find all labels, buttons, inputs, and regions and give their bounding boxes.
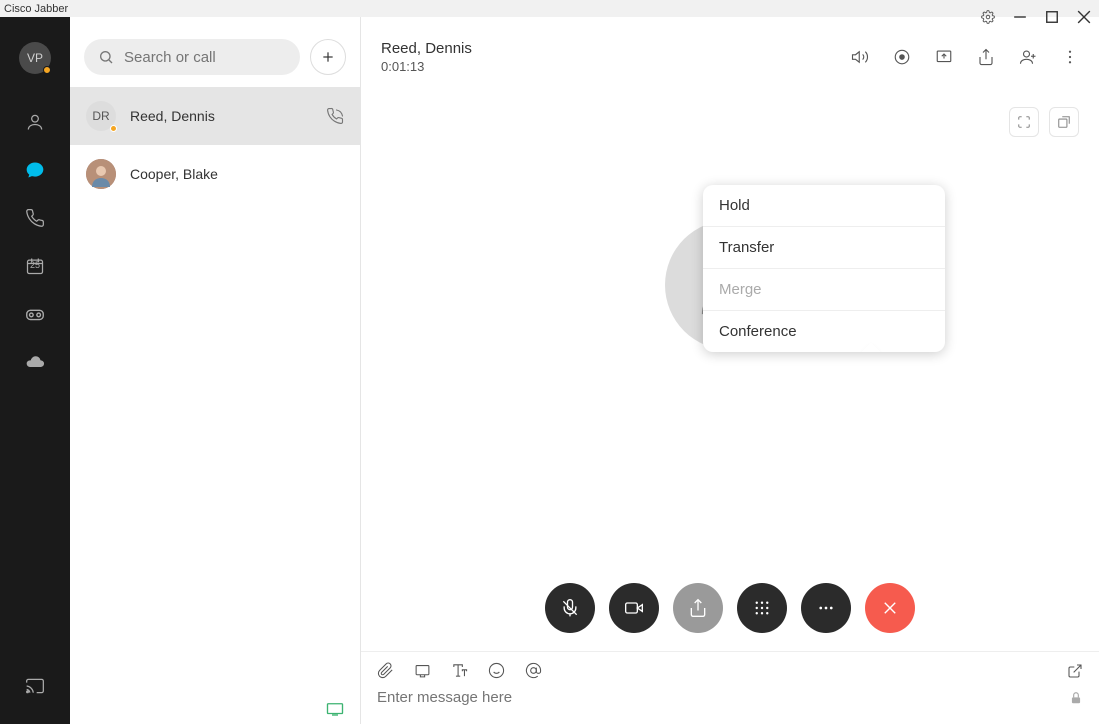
pop-out-button[interactable] — [1049, 107, 1079, 137]
end-call-button[interactable] — [865, 583, 915, 633]
attach-icon[interactable] — [377, 662, 394, 679]
more-options-button[interactable] — [801, 583, 851, 633]
minimize-icon[interactable] — [1013, 10, 1027, 24]
record-icon[interactable] — [893, 48, 911, 66]
maximize-icon[interactable] — [1045, 10, 1059, 24]
close-icon[interactable] — [1077, 10, 1091, 24]
menu-item-transfer[interactable]: Transfer — [703, 226, 945, 268]
user-avatar[interactable]: VP — [19, 42, 51, 74]
contact-name: Cooper, Blake — [130, 166, 344, 182]
compose-toolbar — [361, 652, 1099, 683]
search-icon — [98, 49, 114, 65]
settings-gear-icon[interactable] — [981, 10, 995, 24]
nav-contacts-icon[interactable] — [15, 102, 55, 142]
calendar-date-badge: 25 — [30, 260, 40, 270]
contact-name: Reed, Dennis — [130, 108, 312, 124]
active-call-icon — [326, 107, 344, 125]
video-button[interactable] — [609, 583, 659, 633]
nav-calls-icon[interactable] — [15, 198, 55, 238]
user-presence-dot — [43, 66, 51, 74]
call-area: Hold Transfer Merge Conference — [361, 85, 1099, 652]
pop-out-compose-icon[interactable] — [1067, 663, 1083, 679]
add-participant-icon[interactable] — [1019, 48, 1037, 66]
contact-item[interactable]: DR Reed, Dennis — [70, 87, 360, 145]
nav-calendar-icon[interactable]: 25 — [15, 246, 55, 286]
lock-icon — [1069, 691, 1083, 705]
menu-item-merge: Merge — [703, 268, 945, 310]
audio-output-icon[interactable] — [851, 48, 869, 66]
search-input[interactable] — [124, 49, 286, 66]
nav-rail: VP 25 — [0, 17, 70, 724]
app-title: Cisco Jabber — [0, 3, 68, 15]
nav-voicemail-icon[interactable] — [15, 294, 55, 334]
call-duration: 0:01:13 — [381, 59, 472, 76]
mute-button[interactable] — [545, 583, 595, 633]
call-contact-name: Reed, Dennis — [381, 39, 472, 59]
contact-item[interactable]: Cooper, Blake — [70, 145, 360, 203]
message-input[interactable] — [377, 689, 1059, 706]
share-out-icon[interactable] — [977, 48, 995, 66]
titlebar: Cisco Jabber — [0, 0, 1099, 17]
nav-cloud-icon[interactable] — [15, 342, 55, 382]
emoji-icon[interactable] — [488, 662, 505, 679]
nav-chat-icon[interactable] — [15, 150, 55, 190]
contact-avatar — [86, 159, 116, 189]
menu-item-hold[interactable]: Hold — [703, 185, 945, 226]
user-avatar-initials: VP — [27, 51, 43, 65]
contact-presence-dot — [110, 125, 117, 132]
window-controls — [981, 10, 1091, 24]
call-controls-row — [545, 583, 915, 633]
screen-share-header-icon[interactable] — [935, 48, 953, 66]
search-pill[interactable] — [84, 39, 300, 75]
keypad-button[interactable] — [737, 583, 787, 633]
more-vertical-icon[interactable] — [1061, 48, 1079, 66]
main-panel: Reed, Dennis 0:01:13 — [361, 17, 1099, 724]
screenshot-icon[interactable] — [414, 662, 431, 679]
phone-status-icon — [326, 702, 344, 716]
format-text-icon[interactable] — [451, 662, 468, 679]
nav-cast-icon[interactable] — [15, 666, 55, 706]
contact-avatar: DR — [86, 101, 116, 131]
call-options-menu: Hold Transfer Merge Conference — [703, 185, 945, 352]
contact-initials: DR — [92, 109, 109, 123]
add-button[interactable] — [310, 39, 346, 75]
fullscreen-button[interactable] — [1009, 107, 1039, 137]
share-button[interactable] — [673, 583, 723, 633]
call-header: Reed, Dennis 0:01:13 — [361, 17, 1099, 85]
menu-item-conference[interactable]: Conference — [703, 310, 945, 352]
contact-list-panel: DR Reed, Dennis Cooper, Blake — [70, 17, 361, 724]
mention-icon[interactable] — [525, 662, 542, 679]
